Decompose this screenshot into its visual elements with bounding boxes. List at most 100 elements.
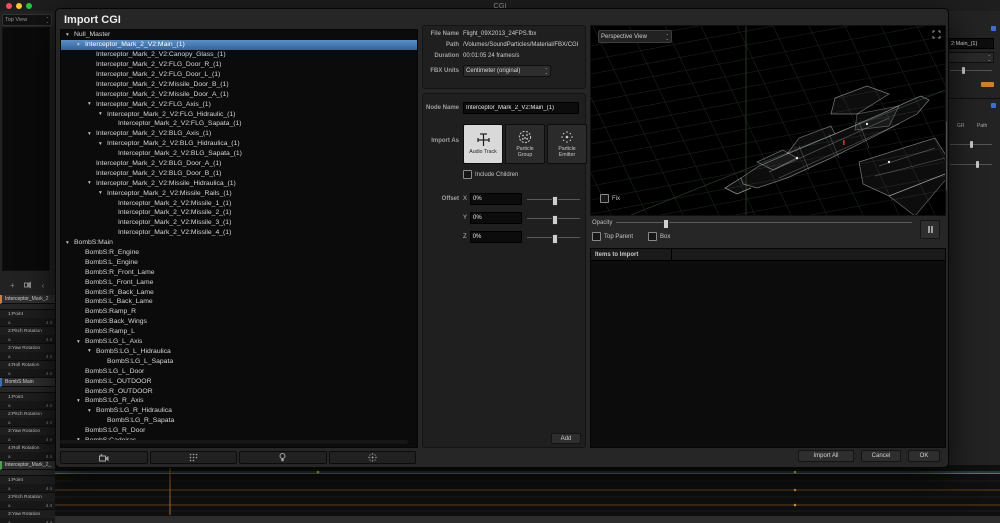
disclosure-triangle-icon[interactable]: ▾ xyxy=(99,141,107,147)
top-view-dropdown[interactable]: Top View ⌃⌄ xyxy=(2,14,52,26)
disclosure-triangle-icon[interactable]: ▾ xyxy=(88,101,96,107)
box-checkbox[interactable] xyxy=(648,232,657,241)
add-button[interactable]: + xyxy=(10,281,15,290)
offset-z-slider[interactable] xyxy=(527,233,580,242)
track-row-label[interactable]: 3:Yaw Rotation xyxy=(0,510,55,518)
view-mode-dropdown[interactable]: Perspective View ⌃⌄ xyxy=(598,30,672,43)
tree-item[interactable]: BombS:LG_L_Door xyxy=(61,366,417,376)
offset-y-slider[interactable] xyxy=(527,214,580,223)
tree-item[interactable]: Interceptor_Mark_2_V2:Missile_3_(1) xyxy=(61,218,417,228)
tree-item[interactable]: ▾BombS:LG_L_Hidraulica xyxy=(61,347,417,357)
tree-item[interactable]: ▾Interceptor_Mark_2_V2:Main_(1) xyxy=(61,40,417,50)
track-row-meta[interactable]: a4 4 xyxy=(0,501,55,510)
keyframe-dot[interactable] xyxy=(794,489,797,492)
keyframe-dot[interactable] xyxy=(794,504,797,507)
disclosure-triangle-icon[interactable]: ▾ xyxy=(88,131,96,137)
disclosure-triangle-icon[interactable]: ▾ xyxy=(99,190,107,196)
tree-item[interactable]: ▾Interceptor_Mark_2_V2:FLG_Axis_(1) xyxy=(61,99,417,109)
import-all-button[interactable]: Import All xyxy=(798,450,854,462)
disclosure-triangle-icon[interactable]: ▾ xyxy=(88,180,96,186)
tree-item[interactable]: BombS:Ramp_R xyxy=(61,307,417,317)
track-row-meta[interactable]: a4 4 xyxy=(0,518,55,523)
tree-item[interactable]: Interceptor_Mark_2_V2:BLG_Door_B_(1) xyxy=(61,168,417,178)
tree-item[interactable]: Interceptor_Mark_2_V2:Missile_Door_A_(1) xyxy=(61,89,417,99)
expand-viewport-icon[interactable] xyxy=(932,30,941,39)
track-row-label[interactable]: 2:Pitch Rotation xyxy=(0,327,55,335)
tree-item[interactable]: BombS:R_Front_Lame xyxy=(61,267,417,277)
track-row-label[interactable]: 3:Yaw Rotation xyxy=(0,344,55,352)
track-row-meta[interactable]: a4 4 xyxy=(0,484,55,493)
track-row-label[interactable]: 1:Point xyxy=(0,393,55,401)
cancel-button[interactable]: Cancel xyxy=(861,450,901,462)
disclosure-triangle-icon[interactable]: ▾ xyxy=(66,240,74,246)
tree-item[interactable]: BombS:Back_Wings xyxy=(61,317,417,327)
light-filter-button[interactable] xyxy=(239,451,327,464)
keyframe-bars-button[interactable] xyxy=(920,220,940,239)
info-icon[interactable] xyxy=(991,103,996,108)
disclosure-triangle-icon[interactable]: ▾ xyxy=(77,42,85,48)
tree-item[interactable]: Interceptor_Mark_2_V2:Missile_2_(1) xyxy=(61,208,417,218)
offset-z-value[interactable]: 0% xyxy=(470,231,522,243)
tree-item[interactable]: Interceptor_Mark_2_V2:BLG_Sapata_(1) xyxy=(61,149,417,159)
tree-item[interactable]: Interceptor_Mark_2_V2:Canopy_Glass_(1) xyxy=(61,50,417,60)
ok-button[interactable]: OK xyxy=(908,450,940,462)
track-group-header[interactable]: Interceptor_Mark_2_ xyxy=(0,461,55,470)
disclosure-triangle-icon[interactable]: ▾ xyxy=(66,32,74,38)
fix-checkbox-row[interactable]: Fix xyxy=(600,194,620,203)
track-row-label[interactable]: 2:Pitch Rotation xyxy=(0,493,55,501)
tree-item[interactable]: ▾Interceptor_Mark_2_V2:BLG_Hidraulica_(1… xyxy=(61,139,417,149)
top-parent-checkbox[interactable] xyxy=(592,232,601,241)
speaker-icon[interactable] xyxy=(24,281,33,289)
offset-x-value[interactable]: 0% xyxy=(470,193,522,205)
tree-item[interactable]: Interceptor_Mark_2_V2:FLG_Door_L_(1) xyxy=(61,70,417,80)
node-name-fragment[interactable]: 2:Main_(1) xyxy=(948,38,994,49)
tree-item[interactable]: BombS:LG_R_Sapata xyxy=(61,416,417,426)
offset-y-value[interactable]: 0% xyxy=(470,212,522,224)
disclosure-triangle-icon[interactable]: ▾ xyxy=(88,348,96,354)
import-as-audio-track-button[interactable]: Audio Track xyxy=(463,124,503,164)
track-row-label[interactable]: 3:Yaw Rotation xyxy=(0,427,55,435)
track-row-label[interactable]: 4:Roll Rotation xyxy=(0,361,55,369)
tree-item[interactable]: ▾BombS:LG_L_Axis xyxy=(61,337,417,347)
inspector-slider[interactable] xyxy=(950,141,992,149)
track-row-label[interactable]: 1:Point xyxy=(0,310,55,318)
track-row-label[interactable]: 4:Roll Rotation xyxy=(0,444,55,452)
disclosure-triangle-icon[interactable]: ▾ xyxy=(77,398,85,404)
track-row-label[interactable]: 1:Point xyxy=(0,476,55,484)
track-row-label[interactable]: 2:Pitch Rotation xyxy=(0,410,55,418)
tree-horizontal-scrollbar[interactable] xyxy=(60,440,408,444)
items-to-import-body[interactable] xyxy=(591,260,945,447)
tree-item[interactable]: BombS:L_OUTDOOR xyxy=(61,376,417,386)
tree-item[interactable]: BombS:R_Engine xyxy=(61,248,417,258)
tree-item[interactable]: BombS:L_Engine xyxy=(61,257,417,267)
fbx-units-dropdown[interactable]: Centimeter (original) ⌃⌄ xyxy=(463,65,551,77)
tree-item[interactable]: BombS:LG_L_Sapata xyxy=(61,356,417,366)
include-children-checkbox-row[interactable]: Include Children xyxy=(463,170,518,179)
track-row-meta[interactable]: a4 4 xyxy=(0,401,55,410)
tree-item[interactable]: Interceptor_Mark_2_V2:FLG_Door_R_(1) xyxy=(61,60,417,70)
tree-item[interactable]: BombS:R_Back_Lame xyxy=(61,287,417,297)
inspector-slider[interactable] xyxy=(950,67,992,75)
record-pill-button[interactable] xyxy=(981,82,994,87)
tree-item[interactable]: ▾Interceptor_Mark_2_V2:FLG_Hidraulic_(1) xyxy=(61,109,417,119)
track-row-meta[interactable]: a4 4 xyxy=(0,418,55,427)
tree-item[interactable]: ▾Null_Master xyxy=(61,30,417,40)
top-parent-checkbox-row[interactable]: Top Parent xyxy=(592,232,633,241)
track-row-meta[interactable]: a4 4 xyxy=(0,318,55,327)
tree-item[interactable]: Interceptor_Mark_2_V2:BLG_Door_A_(1) xyxy=(61,159,417,169)
tree-item[interactable]: Interceptor_Mark_2_V2:Missile_Door_B_(1) xyxy=(61,79,417,89)
group-filter-button[interactable] xyxy=(150,451,238,464)
collapse-icon[interactable]: ‹ xyxy=(42,281,45,290)
tree-item[interactable]: BombS:Ramp_L xyxy=(61,327,417,337)
tree-item[interactable]: BombS:L_Back_Lame xyxy=(61,297,417,307)
tree-item[interactable]: Interceptor_Mark_2_V2:FLG_Sapata_(1) xyxy=(61,119,417,129)
track-group-header[interactable]: BombS:Main xyxy=(0,378,55,387)
disclosure-triangle-icon[interactable]: ▾ xyxy=(88,408,96,414)
disclosure-triangle-icon[interactable]: ▾ xyxy=(99,111,107,117)
import-as-particle-emitter-button[interactable]: Particle Emitter xyxy=(547,124,587,164)
opacity-slider[interactable] xyxy=(616,218,912,227)
fix-checkbox[interactable] xyxy=(600,194,609,203)
timeline-lanes[interactable] xyxy=(55,465,1000,523)
info-icon[interactable] xyxy=(991,26,996,31)
node-name-input[interactable] xyxy=(463,102,579,114)
